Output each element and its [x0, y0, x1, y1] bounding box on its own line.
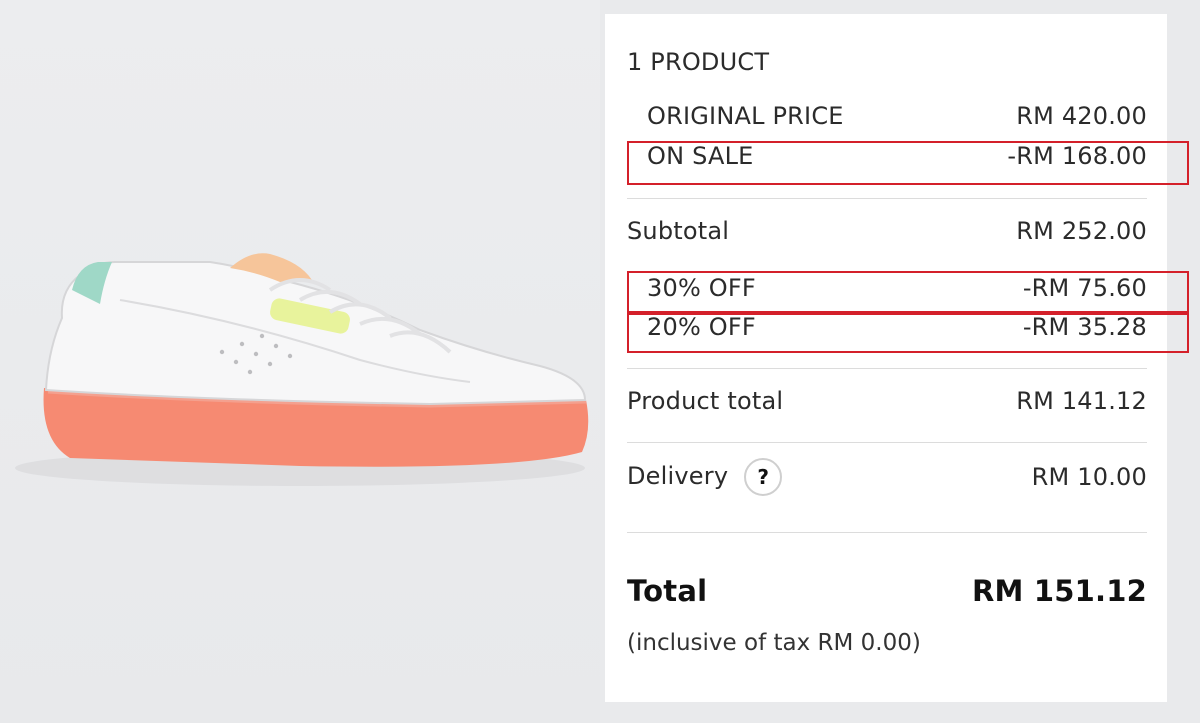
on-sale-highlight-box: [627, 141, 1189, 185]
original-price-label: ORIGINAL PRICE: [647, 102, 844, 130]
product-total-value: RM 141.12: [1016, 387, 1147, 415]
divider: [627, 532, 1147, 533]
delivery-label-group: Delivery?: [627, 458, 783, 496]
help-icon[interactable]: ?: [744, 458, 783, 496]
delivery-row: Delivery? RM 10.00: [627, 458, 1147, 496]
original-price-value: RM 420.00: [1016, 102, 1147, 130]
divider: [627, 368, 1147, 369]
discount-20-highlight-box: [627, 311, 1189, 353]
divider: [627, 442, 1147, 443]
delivery-label: Delivery: [627, 462, 729, 490]
product-total-label: Product total: [627, 387, 784, 415]
product-count-row: 1 PRODUCT: [627, 48, 1147, 76]
product-count: 1 PRODUCT: [627, 48, 770, 76]
delivery-value: RM 10.00: [1031, 463, 1147, 491]
sneaker-icon: [15, 253, 589, 486]
divider: [627, 198, 1147, 199]
subtotal-label: Subtotal: [627, 217, 730, 245]
subtotal-row: Subtotal RM 252.00: [627, 217, 1147, 245]
total-value: RM 151.12: [972, 574, 1147, 608]
order-summary-panel: 1 PRODUCT ORIGINAL PRICE RM 420.00 ON SA…: [605, 14, 1189, 702]
original-price-row: ORIGINAL PRICE RM 420.00: [647, 102, 1147, 130]
product-total-row: Product total RM 141.12: [627, 387, 1147, 415]
total-label: Total: [627, 574, 708, 608]
subtotal-value: RM 252.00: [1016, 217, 1147, 245]
product-image: [0, 0, 600, 723]
tax-note: (inclusive of tax RM 0.00): [627, 630, 921, 656]
discount-30-highlight-box: [627, 271, 1189, 315]
total-row: Total RM 151.12: [627, 574, 1147, 608]
